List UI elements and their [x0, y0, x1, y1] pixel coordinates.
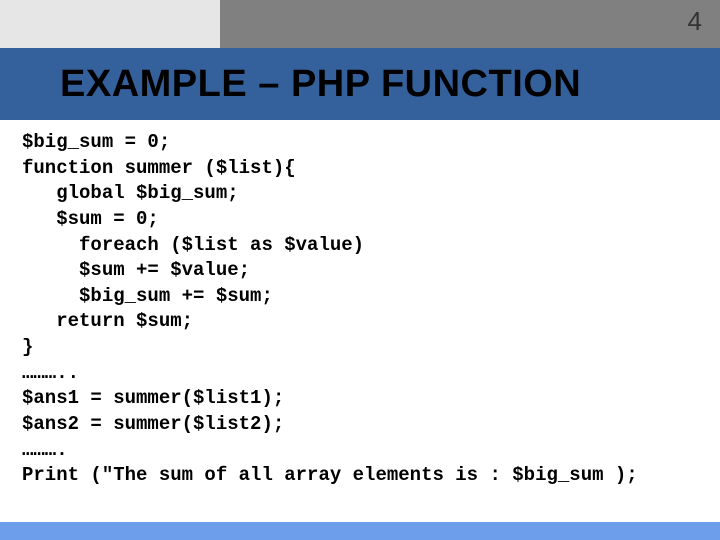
title-band: EXAMPLE – PHP FUNCTION — [0, 48, 720, 120]
top-bar — [0, 0, 720, 48]
top-bar-dark — [220, 0, 720, 48]
top-bar-light — [0, 0, 220, 48]
page-number: 4 — [688, 6, 702, 37]
bottom-bar — [0, 522, 720, 540]
slide: 4 EXAMPLE – PHP FUNCTION $big_sum = 0; f… — [0, 0, 720, 540]
slide-title: EXAMPLE – PHP FUNCTION — [60, 63, 581, 106]
code-block: $big_sum = 0; function summer ($list){ g… — [22, 130, 698, 489]
